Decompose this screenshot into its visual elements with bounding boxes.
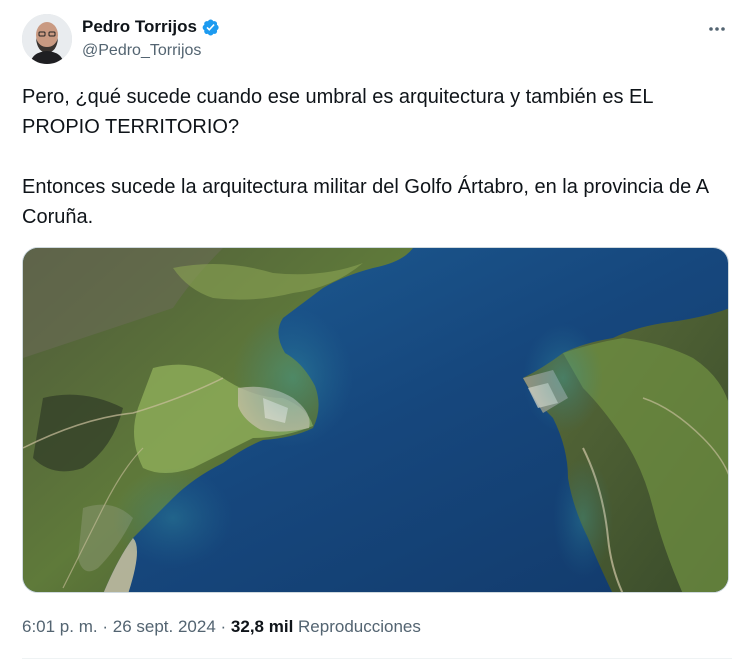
views-label: Reproducciones	[298, 617, 421, 636]
views-count: 32,8 mil	[230, 617, 294, 636]
tweet-time: 6:01 p. m.	[22, 617, 98, 636]
meta-separator: ·	[102, 617, 109, 636]
tweet-text: Pero, ¿qué sucede cuando ese umbral es a…	[22, 82, 732, 232]
author-display-name: Pedro Torrijos	[82, 17, 197, 36]
aerial-coast-photo	[23, 248, 728, 592]
more-options-icon[interactable]	[706, 18, 728, 40]
tweet-meta: 6:01 p. m. · 26 sept. 2024 · 32,8 mil Re…	[22, 617, 421, 637]
tweet-paragraph: Pero, ¿qué sucede cuando ese umbral es a…	[22, 86, 653, 138]
tweet-paragraph: Entonces sucede la arquitectura militar …	[22, 176, 708, 228]
tweet-date: 26 sept. 2024	[112, 617, 216, 636]
divider	[22, 658, 732, 659]
meta-separator: ·	[220, 617, 227, 636]
author-name-link[interactable]: Pedro Torrijos	[82, 17, 220, 37]
author-handle[interactable]: @Pedro_Torrijos	[82, 41, 220, 61]
avatar[interactable]	[22, 14, 72, 64]
tweet-timestamp-link[interactable]: 6:01 p. m. · 26 sept. 2024	[22, 617, 216, 636]
verified-badge-icon	[202, 19, 219, 35]
tweet-header: Pedro Torrijos @Pedro_Torrijos	[22, 14, 732, 66]
tweet-media-image[interactable]	[22, 247, 729, 593]
